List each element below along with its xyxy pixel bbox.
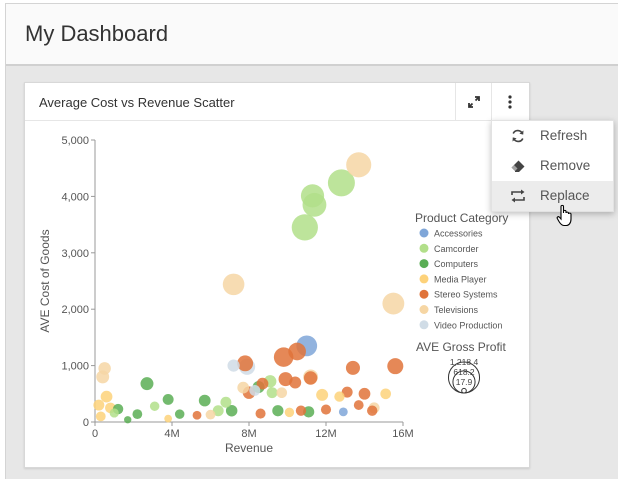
- data-point: [198, 394, 211, 407]
- data-point: [249, 384, 261, 396]
- data-point: [295, 405, 307, 416]
- data-point: [382, 292, 405, 315]
- more-options-button[interactable]: [491, 83, 528, 120]
- x-tick-label: 16M: [392, 428, 413, 440]
- y-tick-label: 5,000: [61, 135, 89, 147]
- data-point: [358, 387, 371, 400]
- legend-label: Accessories: [434, 229, 483, 239]
- legend-swatch: [419, 259, 429, 269]
- size-legend-label: 618.2: [453, 367, 475, 377]
- legend-swatch: [419, 228, 429, 238]
- data-point: [220, 396, 232, 408]
- data-point: [345, 360, 360, 375]
- data-point: [237, 381, 250, 394]
- data-point: [174, 409, 185, 419]
- data-point: [380, 388, 392, 400]
- data-point: [316, 388, 329, 401]
- x-axis-title: Revenue: [225, 441, 273, 455]
- data-point: [140, 377, 154, 391]
- data-point: [320, 404, 332, 415]
- data-point: [192, 410, 202, 420]
- menu-item-replace[interactable]: Replace: [492, 181, 613, 211]
- data-point: [346, 152, 372, 178]
- data-point: [334, 391, 345, 402]
- x-tick-label: 12M: [315, 428, 336, 440]
- data-point: [98, 362, 111, 375]
- size-legend-circle: [461, 387, 467, 394]
- dashboard-header: My Dashboard: [6, 4, 618, 66]
- size-legend-label: 1,218.4: [450, 357, 479, 367]
- expand-button[interactable]: [455, 83, 492, 120]
- legend-swatch: [419, 289, 429, 299]
- data-point: [289, 376, 302, 389]
- scatter-chart: 0 4M 8M 12M 16M 0 1,000 2,000 3,000 4,000 5,000 Rev…: [38, 135, 508, 455]
- data-point: [95, 411, 106, 422]
- hand-cursor-icon: [556, 204, 572, 227]
- data-point: [100, 390, 113, 403]
- refresh-icon: [512, 129, 524, 143]
- menu-item-label: Refresh: [540, 128, 588, 143]
- data-point: [132, 409, 143, 419]
- y-axis-title: AVE Cost of Goods: [38, 229, 52, 332]
- card-options-menu: Refresh Remove Replace: [491, 120, 614, 212]
- data-point: [124, 416, 132, 424]
- data-point: [338, 407, 348, 417]
- data-point: [367, 405, 378, 416]
- data-point: [284, 407, 295, 418]
- data-point: [237, 355, 254, 372]
- x-tick-label: 0: [92, 428, 98, 440]
- page-title: My Dashboard: [25, 21, 169, 46]
- data-point: [162, 393, 174, 405]
- legend-swatch: [419, 274, 429, 284]
- legend-label: Stereo Systems: [434, 290, 498, 300]
- menu-item-label: Remove: [540, 158, 591, 173]
- data-point: [303, 371, 318, 385]
- legend-title: Product Category: [415, 211, 508, 225]
- y-tick-label: 0: [83, 417, 89, 429]
- legend-swatch: [419, 243, 429, 253]
- menu-item-label: Replace: [540, 188, 590, 203]
- data-point: [109, 408, 119, 418]
- y-tick-label: 2,000: [61, 304, 89, 316]
- data-point: [353, 400, 364, 410]
- data-point: [149, 401, 160, 411]
- y-tick-label: 4,000: [61, 191, 89, 203]
- data-point: [276, 387, 288, 399]
- legend-swatch: [419, 305, 429, 314]
- eraser-icon: [511, 160, 525, 172]
- y-tick-label: 1,000: [61, 361, 89, 373]
- data-point: [164, 414, 173, 423]
- data-point: [300, 184, 325, 208]
- legend-label: Computers: [434, 259, 479, 269]
- x-tick-label: 8M: [241, 428, 256, 440]
- chart-card: Average Cost vs Revenue Scatter 0 4M 8M 12M…: [24, 82, 530, 468]
- y-tick-label: 3,000: [61, 248, 89, 260]
- legend-swatch: [419, 320, 429, 330]
- data-point: [227, 359, 240, 372]
- data-point: [205, 409, 216, 420]
- menu-item-refresh[interactable]: Refresh: [492, 121, 613, 151]
- data-point: [272, 405, 284, 417]
- data-point: [291, 214, 318, 241]
- data-point: [288, 342, 306, 361]
- legend-label: Video Production: [434, 320, 502, 330]
- data-point: [93, 399, 105, 411]
- card-title: Average Cost vs Revenue Scatter: [39, 95, 235, 110]
- x-tick-label: 4M: [164, 428, 179, 440]
- expand-icon: [468, 95, 480, 108]
- kebab-menu-icon: [508, 94, 512, 109]
- data-point: [387, 358, 404, 375]
- data-point: [266, 387, 278, 399]
- legend-label: Camcorder: [434, 244, 479, 254]
- size-legend-title: AVE Gross Profit: [416, 340, 506, 354]
- size-legend-label: 17.9: [456, 377, 473, 387]
- legend-label: Media Player: [434, 274, 487, 284]
- data-point: [222, 273, 245, 296]
- replace-icon: [511, 189, 525, 203]
- menu-item-remove[interactable]: Remove: [492, 151, 613, 181]
- data-point: [255, 408, 266, 419]
- legend-label: Televisions: [434, 305, 479, 315]
